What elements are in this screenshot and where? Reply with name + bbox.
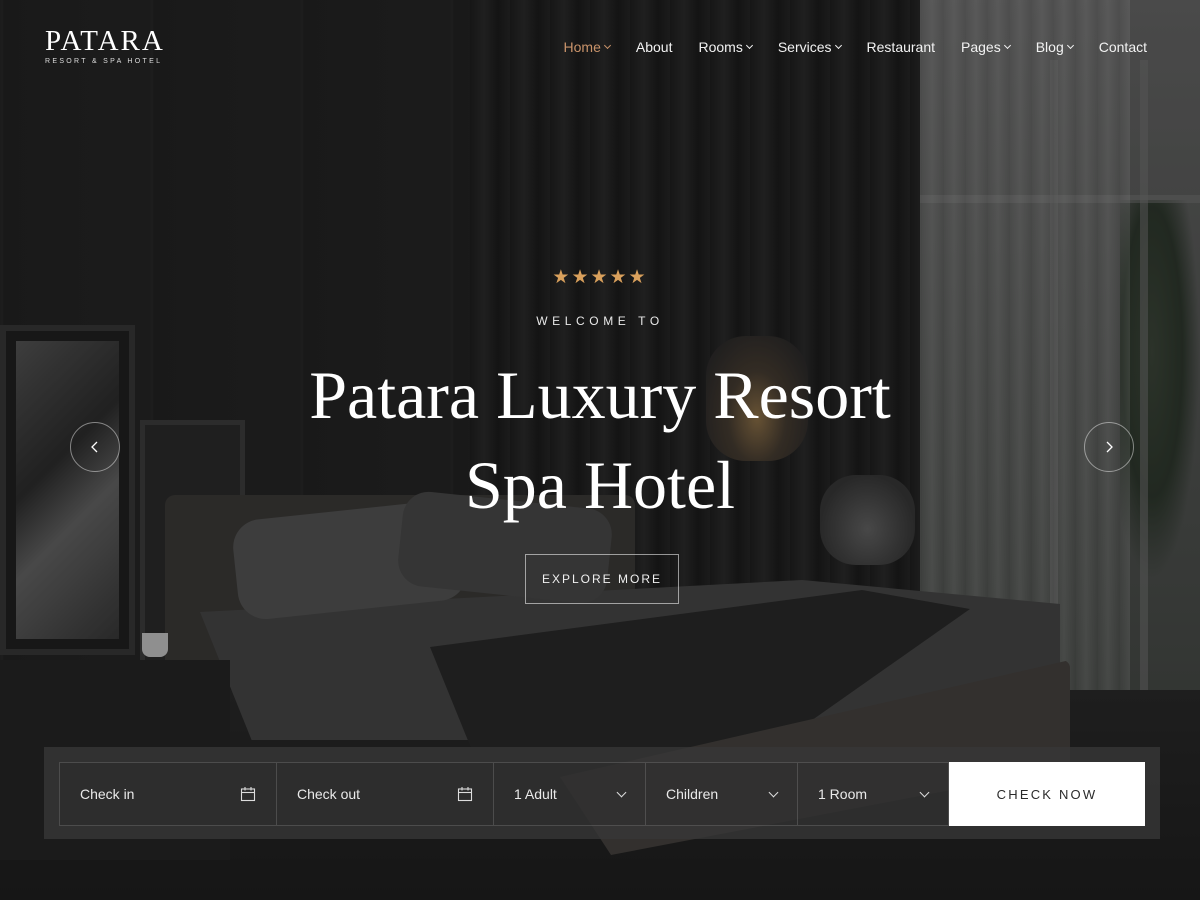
adults-select[interactable]: 1 Adult (493, 762, 645, 826)
chevron-right-icon (1106, 441, 1113, 453)
rooms-select[interactable]: 1 Room (797, 762, 949, 826)
nav-item-pages[interactable]: Pages (961, 38, 1011, 56)
site-logo[interactable]: PATARA RESORT & SPA HOTEL (45, 25, 195, 66)
hero-title-line2: Spa Hotel (464, 447, 736, 523)
chevron-left-icon (91, 441, 98, 453)
check-in-field[interactable]: Check in (59, 762, 276, 826)
nav-item-label: Restaurant (866, 39, 936, 55)
nav-item-services[interactable]: Services (777, 38, 842, 56)
nav-item-contact[interactable]: Contact (1099, 38, 1147, 56)
explore-more-button[interactable]: EXPLORE MORE (525, 554, 679, 604)
nav-item-label: Contact (1098, 39, 1147, 55)
nav-item-label: About (635, 39, 673, 55)
chevron-down-icon (616, 787, 627, 797)
hero-title-line1: Patara Luxury Resort (309, 357, 891, 433)
check-out-field[interactable]: Check out (276, 762, 493, 826)
nav-item-blog[interactable]: Blog (1035, 38, 1074, 56)
nav-item-label: Home (563, 39, 601, 55)
chevron-down-icon (1066, 41, 1074, 50)
nav-item-label: Pages (961, 39, 1001, 55)
check-in-label: Check in (80, 786, 135, 802)
main-nav: Home About Rooms Services Restaurant Pag… (538, 38, 1147, 56)
chevron-down-icon (919, 787, 930, 797)
adults-value: 1 Adult (514, 786, 557, 802)
children-select[interactable]: Children (645, 762, 797, 826)
check-out-label: Check out (297, 786, 361, 802)
chevron-down-icon (1003, 41, 1011, 50)
calendar-icon (240, 787, 256, 802)
slider-prev-button[interactable] (70, 422, 120, 472)
booking-bar: Check in Check out 1 Adult Children 1 Ro… (44, 747, 1160, 839)
chevron-down-icon (768, 787, 779, 797)
star-rating: ★★★★★ (552, 267, 648, 288)
nav-item-label: Services (777, 39, 832, 55)
slider-next-button[interactable] (1084, 422, 1134, 472)
nav-item-about[interactable]: About (636, 38, 673, 56)
nav-item-restaurant[interactable]: Restaurant (867, 38, 935, 56)
logo-name: PATARA (45, 25, 165, 57)
nav-item-label: Blog (1035, 39, 1064, 55)
children-value: Children (666, 786, 719, 802)
welcome-text: WELCOME TO (536, 314, 664, 328)
chevron-down-icon (834, 41, 842, 50)
logo-tagline: RESORT & SPA HOTEL (45, 58, 163, 65)
rooms-value: 1 Room (818, 786, 868, 802)
chevron-down-icon (603, 41, 611, 50)
chevron-down-icon (745, 41, 753, 50)
nav-item-rooms[interactable]: Rooms (698, 38, 753, 56)
nav-item-home[interactable]: Home (563, 38, 611, 56)
calendar-icon (457, 787, 473, 802)
check-now-button[interactable]: CHECK NOW (949, 762, 1145, 826)
nav-item-label: Rooms (698, 39, 743, 55)
hero-title: Patara Luxury Resort Spa Hotel (0, 350, 1200, 530)
